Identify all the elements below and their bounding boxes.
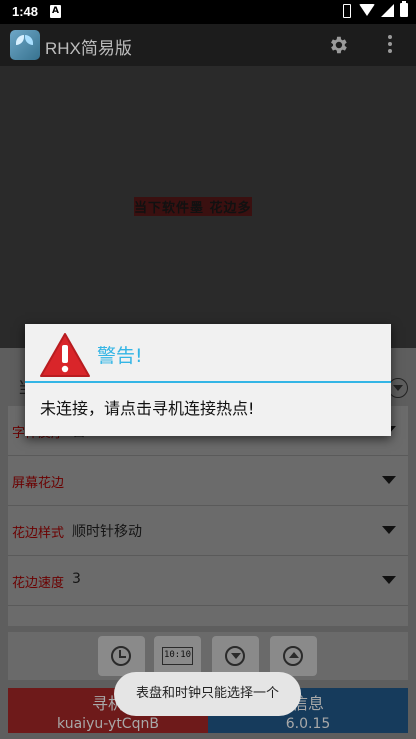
cell-signal-icon	[381, 3, 394, 17]
move-down-button[interactable]	[212, 636, 259, 676]
move-up-button[interactable]	[270, 636, 317, 676]
arrow-up-icon	[289, 652, 299, 658]
status-bar: 1:48 A	[0, 0, 416, 24]
firmware-version: 6.0.15	[285, 716, 331, 732]
dropdown-arrow-icon[interactable]	[382, 576, 396, 584]
dropdown-arrow-icon[interactable]	[382, 476, 396, 484]
settings-gear-icon[interactable]	[327, 34, 349, 56]
setting-value: 顺时针移动	[72, 524, 142, 540]
toast-message: 表盘和时钟只能选择一个	[114, 672, 301, 716]
setting-label: 花边速度	[12, 576, 65, 591]
warning-icon	[40, 333, 90, 377]
wifi-icon	[359, 4, 375, 16]
dialog-divider	[25, 381, 391, 383]
arrow-down-icon	[231, 653, 241, 659]
setting-row-border-style[interactable]: 花边样式 顺时针移动	[8, 506, 408, 556]
dialog-title: 警告!	[97, 345, 143, 367]
status-time: 1:48	[12, 4, 39, 19]
dropdown-arrow-icon[interactable]	[382, 526, 396, 534]
warning-dialog[interactable]: 警告! 未连接，请点击寻机连接热点!	[25, 324, 391, 436]
digital-clock-button[interactable]: 10:10	[154, 636, 201, 676]
notification-icon: A	[50, 5, 61, 18]
preview-area: 当下软件墨 花边多	[0, 66, 416, 348]
settings-list: 字体反序 否 屏幕花边 花边样式 顺时针移动 花边速度 3	[8, 406, 408, 626]
battery-icon	[400, 1, 408, 17]
app-bar: RHX简易版	[0, 24, 416, 66]
setting-value: 3	[72, 571, 81, 587]
chevron-down-circle-icon[interactable]	[388, 378, 408, 398]
digital-clock-icon: 10:10	[162, 647, 193, 665]
dialog-message: 未连接，请点击寻机连接热点!	[40, 399, 255, 418]
vibrate-icon	[339, 3, 353, 18]
clock-hand	[120, 656, 126, 658]
overflow-menu-icon[interactable]	[386, 35, 394, 55]
setting-label: 花边样式	[12, 526, 65, 541]
status-icons	[339, 1, 408, 18]
device-name: kuaiyu-ytCqnB	[57, 716, 159, 732]
setting-label: 屏幕花边	[12, 476, 65, 491]
setting-row-border-speed[interactable]: 花边速度 3	[8, 556, 408, 606]
app-logo-icon	[10, 30, 40, 60]
preview-text: 当下软件墨 花边多	[134, 197, 252, 216]
analog-clock-button[interactable]	[98, 636, 145, 676]
app-title: RHX简易版	[45, 39, 132, 58]
setting-row-screen-border[interactable]: 屏幕花边	[8, 456, 408, 506]
